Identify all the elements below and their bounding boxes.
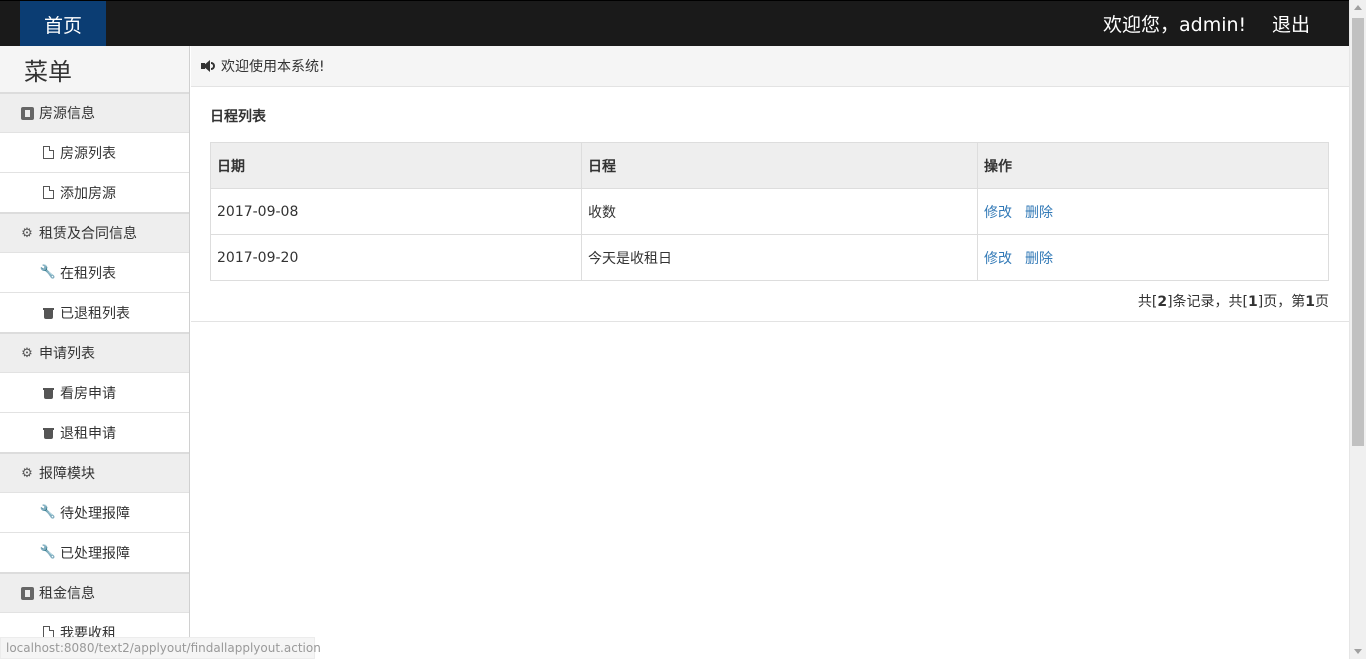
trash-icon bbox=[41, 306, 55, 320]
gear-icon: ⚙ bbox=[21, 465, 33, 481]
sidebar-item-ended-list[interactable]: 已退租列表 bbox=[0, 292, 189, 332]
schedule-panel: 日程列表 日期 日程 操作 2017-09-08 收数 修改 删除 2017-09… bbox=[191, 87, 1349, 322]
delete-link[interactable]: 删除 bbox=[1025, 251, 1053, 267]
sidebar-item-label: 添加房源 bbox=[60, 185, 116, 202]
sidebar-item-renting-list[interactable]: 🔧 在租列表 bbox=[0, 252, 189, 292]
column-header-date: 日期 bbox=[210, 142, 582, 189]
sidebar-group-label: 租金信息 bbox=[39, 586, 95, 602]
notice-text: 欢迎使用本系统! bbox=[221, 59, 325, 75]
cell-event: 收数 bbox=[581, 188, 978, 235]
pagination-info: 共[2]条记录，共[1]页，第1页 bbox=[1138, 291, 1329, 311]
table-header-row: 日期 日程 操作 bbox=[210, 142, 1329, 189]
pager-pages: 1 bbox=[1248, 294, 1258, 310]
sidebar-group-label: 申请列表 bbox=[39, 346, 95, 362]
sidebar-group-rent[interactable]: 租金信息 bbox=[0, 572, 189, 612]
pager-total: 2 bbox=[1157, 294, 1168, 310]
home-tab[interactable]: 首页 bbox=[20, 1, 106, 47]
cell-date: 2017-09-20 bbox=[210, 234, 582, 281]
trash-icon bbox=[41, 386, 55, 400]
sidebar-item-label: 已处理报障 bbox=[60, 545, 130, 562]
sidebar-item-add-listing[interactable]: 添加房源 bbox=[0, 172, 189, 212]
welcome-text: 欢迎您，admin! bbox=[1103, 13, 1247, 36]
sidebar-item-pending-repairs[interactable]: 🔧 待处理报障 bbox=[0, 492, 189, 532]
wrench-icon: 🔧 bbox=[39, 505, 57, 520]
pager-text: 共[ bbox=[1137, 294, 1158, 310]
wrench-icon: 🔧 bbox=[39, 545, 57, 560]
scroll-thumb[interactable] bbox=[1352, 18, 1364, 446]
edit-link[interactable]: 修改 bbox=[984, 251, 1012, 267]
scroll-down-arrow-icon[interactable] bbox=[1354, 649, 1362, 654]
sidebar-item-label: 在租列表 bbox=[60, 265, 116, 282]
sidebar: 菜单 房源信息 房源列表 添加房源 ⚙ 租赁及合同信息 🔧 在租列表 已退租列表… bbox=[0, 46, 190, 659]
pager-current: 1 bbox=[1305, 294, 1315, 310]
sidebar-item-done-repairs[interactable]: 🔧 已处理报障 bbox=[0, 532, 189, 572]
wrench-icon: 🔧 bbox=[39, 265, 57, 280]
top-navbar: 首页 欢迎您，admin! 退出 bbox=[0, 0, 1349, 47]
sidebar-group-applications[interactable]: ⚙ 申请列表 bbox=[0, 332, 189, 372]
cell-event: 今天是收租日 bbox=[581, 234, 978, 281]
gear-icon: ⚙ bbox=[21, 345, 33, 361]
vertical-scrollbar[interactable] bbox=[1349, 0, 1366, 659]
sidebar-item-label: 看房申请 bbox=[60, 385, 116, 402]
sidebar-group-label: 报障模块 bbox=[39, 466, 95, 482]
logout-link[interactable]: 退出 bbox=[1272, 1, 1310, 45]
square-icon bbox=[20, 586, 34, 600]
pager-text: ]条记录，共[ bbox=[1167, 294, 1249, 310]
sidebar-group-repairs[interactable]: ⚙ 报障模块 bbox=[0, 452, 189, 492]
sidebar-item-label: 待处理报障 bbox=[60, 505, 130, 522]
edit-link[interactable]: 修改 bbox=[984, 205, 1012, 221]
scroll-up-arrow-icon[interactable] bbox=[1354, 5, 1362, 10]
pager-text: ]页，第 bbox=[1257, 294, 1306, 310]
menu-title: 菜单 bbox=[0, 46, 189, 92]
sidebar-item-viewing-requests[interactable]: 看房申请 bbox=[0, 372, 189, 412]
sidebar-group-lease[interactable]: ⚙ 租赁及合同信息 bbox=[0, 212, 189, 252]
sidebar-group-label: 租赁及合同信息 bbox=[39, 226, 137, 242]
sidebar-item-label: 已退租列表 bbox=[60, 305, 130, 322]
file-icon bbox=[41, 146, 55, 160]
column-header-event: 日程 bbox=[581, 142, 978, 189]
schedule-table: 日期 日程 操作 2017-09-08 收数 修改 删除 2017-09-20 今… bbox=[210, 142, 1329, 281]
panel-title: 日程列表 bbox=[210, 109, 266, 125]
status-url: localhost:8080/text2/applyout/findallapp… bbox=[0, 637, 321, 659]
sidebar-group-label: 房源信息 bbox=[39, 106, 95, 122]
gear-icon: ⚙ bbox=[21, 225, 33, 241]
pager-text: 页 bbox=[1315, 294, 1329, 310]
delete-link[interactable]: 删除 bbox=[1025, 205, 1053, 221]
sidebar-item-listing-list[interactable]: 房源列表 bbox=[0, 132, 189, 172]
cell-date: 2017-09-08 bbox=[210, 188, 582, 235]
cell-actions: 修改 删除 bbox=[977, 188, 1329, 235]
trash-icon bbox=[41, 426, 55, 440]
square-icon bbox=[20, 106, 34, 120]
table-row: 2017-09-08 收数 修改 删除 bbox=[210, 188, 1329, 235]
sidebar-item-label: 退租申请 bbox=[60, 425, 116, 442]
cell-actions: 修改 删除 bbox=[977, 234, 1329, 281]
sidebar-group-listings[interactable]: 房源信息 bbox=[0, 92, 189, 132]
volume-icon bbox=[201, 59, 215, 73]
sidebar-item-moveout-requests[interactable]: 退租申请 bbox=[0, 412, 189, 452]
file-icon bbox=[41, 186, 55, 200]
notice-bar: 欢迎使用本系统! bbox=[191, 46, 1349, 87]
sidebar-item-label: 房源列表 bbox=[60, 145, 116, 162]
column-header-actions: 操作 bbox=[977, 142, 1329, 189]
table-row: 2017-09-20 今天是收租日 修改 删除 bbox=[210, 234, 1329, 281]
